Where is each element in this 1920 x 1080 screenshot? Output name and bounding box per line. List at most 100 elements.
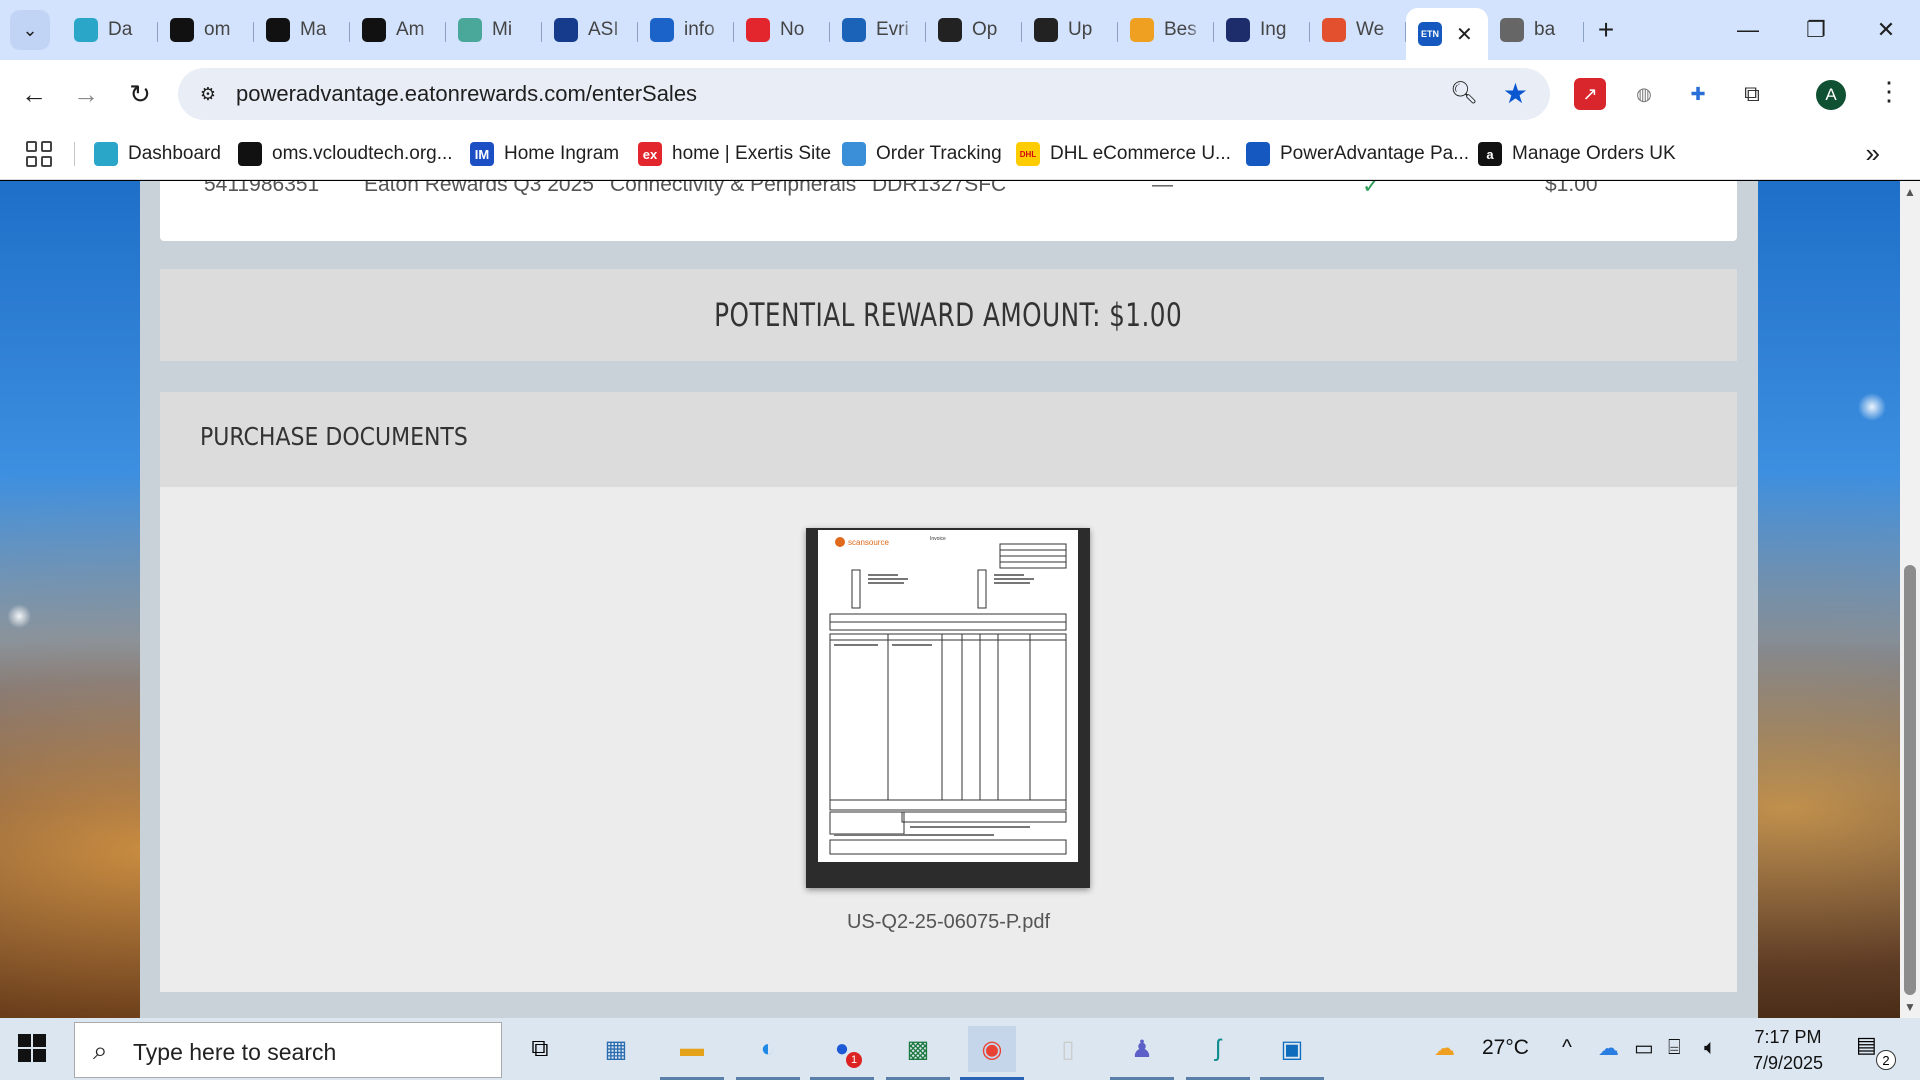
amazon-icon [266, 18, 290, 42]
bookmark-item[interactable]: DHL DHL eCommerce U... [1016, 140, 1231, 168]
tab-label: Ma [300, 19, 327, 40]
network-icon[interactable]: ⌸ [1668, 1036, 1681, 1060]
scroll-thumb[interactable] [1904, 565, 1916, 995]
row-dash: — [1152, 181, 1173, 196]
sway-icon[interactable]: ʃ [1186, 1026, 1250, 1080]
bookmark-label: Dashboard [128, 143, 221, 164]
show-hidden-icons[interactable]: ^ [1562, 1036, 1572, 1060]
tab-8[interactable]: Evri [830, 8, 926, 52]
forward-button[interactable]: → [66, 74, 106, 114]
tab-10[interactable]: Up [1022, 8, 1118, 52]
scroll-down-icon[interactable]: ▼ [1904, 1000, 1916, 1014]
file-explorer-icon[interactable]: ▬ [660, 1026, 724, 1080]
clock-date: 7/9/2025 [1752, 1053, 1824, 1073]
close-window-button[interactable]: ✕ [1852, 8, 1920, 52]
tab-label: Up [1068, 19, 1093, 40]
bookmark-label: Home Ingram [504, 143, 620, 164]
teams-icon[interactable]: ♟ [1110, 1026, 1174, 1080]
tab-2[interactable]: Ma [254, 8, 350, 52]
tab-1[interactable]: om [158, 8, 254, 52]
tab-9[interactable]: Op [926, 8, 1022, 52]
chevron-down-icon: ⌄ [22, 19, 38, 40]
globe-extension-icon[interactable]: ◍ [1628, 78, 1660, 110]
tab-0[interactable]: Da [62, 8, 158, 52]
tab-search-button[interactable]: ⌄ [10, 10, 50, 50]
onedrive-icon[interactable]: ☁ [1598, 1036, 1619, 1061]
battery-icon[interactable]: ▭ [1634, 1036, 1654, 1061]
restore-button[interactable]: ❐ [1782, 8, 1850, 52]
notepad-icon[interactable]: ▯ [1044, 1026, 1092, 1072]
tab-11[interactable]: Bes [1118, 8, 1214, 52]
site-info-icon[interactable]: ⚙ [192, 78, 224, 110]
notifications-button[interactable]: ▤ 2 [1856, 1032, 1896, 1070]
puzzle-extension-icon[interactable]: ✚ [1682, 78, 1714, 110]
excel-icon[interactable]: ▩ [886, 1026, 950, 1080]
system-clock[interactable]: 7:17 PM 7/9/2025 [1740, 1024, 1836, 1076]
documents-title: PURCHASE DOCUMENTS [200, 422, 468, 451]
bookmark-item[interactable]: ex home | Exertis Site [638, 140, 831, 168]
tab-3[interactable]: Am [350, 8, 446, 52]
edge-icon[interactable]: ◐ [736, 1026, 800, 1080]
tab-label: We [1356, 19, 1385, 40]
url-text[interactable]: poweradvantage.eatonrewards.com/enterSal… [236, 81, 697, 107]
task-view-icon[interactable]: ⧉ [516, 1026, 564, 1072]
bookmark-item[interactable]: a Manage Orders UK [1478, 140, 1676, 168]
tab-14[interactable]: ETN ✕ [1406, 8, 1488, 60]
weather-temp[interactable]: 27°C [1482, 1036, 1529, 1060]
tab-5[interactable]: ASI [542, 8, 638, 52]
profile-avatar[interactable]: A [1816, 80, 1846, 110]
link-icon [650, 18, 674, 42]
tab-label: ASI [588, 19, 619, 40]
windows-taskbar: ⌕ Type here to search ⧉ ▦ ▬ ◐ ● 1 ▩ ◉ ▯ ♟… [0, 1018, 1920, 1080]
back-button[interactable]: ← [14, 74, 54, 114]
bookmark-item[interactable]: PowerAdvantage Pa... [1246, 140, 1469, 168]
more-bookmarks-icon[interactable]: » [1866, 138, 1880, 169]
pdf-extension-icon[interactable]: ↗ [1574, 78, 1606, 110]
tab-13[interactable]: We [1310, 8, 1406, 52]
row-program: Eaton Rewards Q3 2025 [364, 181, 594, 196]
bookmark-star-icon[interactable]: ★ [1503, 77, 1528, 110]
tab-label: Bes [1164, 19, 1197, 40]
tab-6[interactable]: info [638, 8, 734, 52]
bookmark-item[interactable]: IM Home Ingram [470, 140, 619, 168]
reward-summary: POTENTIAL REWARD AMOUNT: $1.00 [160, 269, 1737, 361]
tab-4[interactable]: Mi [446, 8, 542, 52]
search-icon: ⌕ [93, 1035, 108, 1065]
close-tab-icon[interactable]: ✕ [1456, 22, 1473, 47]
tab-15[interactable]: ba [1488, 8, 1584, 52]
tab-label: Am [396, 19, 425, 40]
bookmark-favicon-icon: a [1478, 142, 1502, 166]
invoice-sketch: scansource Invoice [829, 536, 1067, 855]
minimize-button[interactable]: — [1714, 8, 1782, 52]
new-tab-button[interactable]: + [1584, 8, 1628, 52]
outlook-icon[interactable]: ▣ [1260, 1026, 1324, 1080]
bookmark-label: PowerAdvantage Pa... [1280, 143, 1470, 164]
document-thumbnail[interactable]: scansource Invoice [806, 528, 1090, 888]
page-scrollbar[interactable]: ▲ ▼ [1900, 181, 1920, 1018]
start-button[interactable] [18, 1034, 46, 1062]
address-bar[interactable]: ⚙ poweradvantage.eatonrewards.com/enterS… [178, 68, 1550, 120]
tab-12[interactable]: Ing [1214, 8, 1310, 52]
menu-icon[interactable]: ⋮ [1876, 76, 1902, 107]
invoice-preview: scansource Invoice [818, 530, 1078, 862]
chrome-icon[interactable]: ◉ [960, 1026, 1024, 1080]
tab-7[interactable]: No [734, 8, 830, 52]
exertis-icon [746, 18, 770, 42]
row-id: 5411986351 [204, 181, 320, 196]
volume-icon[interactable]: 🔈︎ [1704, 1036, 1717, 1060]
bookmark-item[interactable]: Dashboard [94, 140, 221, 168]
bookmark-item[interactable]: oms.vcloudtech.org... [238, 140, 453, 168]
scroll-up-icon[interactable]: ▲ [1904, 185, 1916, 199]
taskbar-search-placeholder: Type here to search [133, 1039, 337, 1065]
extensions-icon[interactable]: ⧉ [1736, 78, 1768, 110]
document-file-name[interactable]: US-Q2-25-06075-P.pdf [160, 911, 1737, 934]
bookmark-item[interactable]: Order Tracking [842, 140, 1002, 168]
zoom-icon[interactable]: 🔍︎ [1450, 80, 1478, 106]
taskbar-search[interactable]: ⌕ Type here to search [74, 1022, 502, 1078]
reload-button[interactable]: ↻ [120, 74, 160, 114]
zoom-app-icon[interactable]: ● 1 [810, 1026, 874, 1080]
apps-icon[interactable] [26, 141, 52, 167]
bookmarks-bar: Dashboard oms.vcloudtech.org... IM Home Ing… [0, 128, 1920, 180]
weather-icon[interactable]: ☁ [1434, 1036, 1455, 1061]
calculator-icon[interactable]: ▦ [592, 1026, 640, 1072]
